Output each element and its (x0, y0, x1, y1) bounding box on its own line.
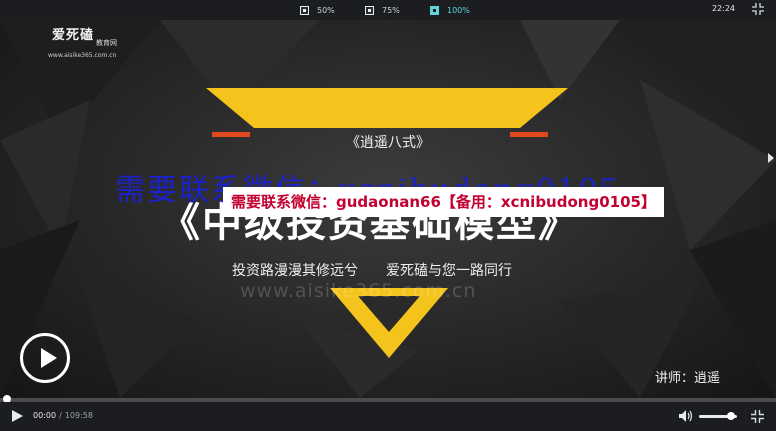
play-circle-icon[interactable] (20, 333, 70, 383)
course-name: 《逍遥八式》 (346, 135, 430, 151)
time-separator: / (59, 411, 62, 420)
slogan-left: 投资路漫漫其修远兮 (232, 263, 358, 279)
video-canvas[interactable]: 爱死磕 教育网 www.aisike365.com.cn 《逍遥八式》 《中级投… (0, 20, 776, 398)
site-watermark: www.aisike365.com.cn (240, 280, 477, 302)
volume-icon[interactable] (679, 410, 693, 422)
volume-slider[interactable] (699, 412, 737, 420)
zoom-box-icon (365, 5, 374, 15)
zoom-option-100[interactable]: 100% (430, 3, 470, 17)
zoom-box-icon (300, 5, 309, 15)
slogan: 投资路漫漫其修远兮 爱死磕与您一路同行 (232, 260, 512, 280)
zoom-option-50[interactable]: 50% (300, 3, 335, 17)
duration: 109:58 (64, 411, 93, 420)
current-time: 00:00 (33, 411, 57, 420)
player-controls: 00:00/109:58 (0, 402, 776, 431)
volume-handle[interactable] (727, 412, 736, 420)
lecturer: 讲师：逍遥 (654, 371, 720, 386)
zoom-label: 75% (382, 5, 400, 15)
zoom-option-75[interactable]: 75% (365, 3, 400, 17)
top-toolbar: 50% 75% 100% 22:24 (0, 0, 776, 20)
zoom-label: 100% (447, 5, 470, 15)
zoom-label: 50% (317, 5, 335, 15)
cursor-icon (768, 153, 774, 163)
slogan-right: 爱死磕与您一路同行 (386, 263, 512, 279)
play-icon[interactable] (12, 410, 23, 422)
clock: 22:24 (711, 4, 735, 13)
zoom-box-icon (430, 5, 439, 15)
time-display: 00:00/109:58 (33, 411, 93, 420)
fullscreen-exit-icon[interactable] (751, 410, 764, 423)
fullscreen-exit-icon[interactable] (752, 3, 764, 15)
contact-banner: 需要联系微信：gudaonan66【备用：xcnibudong0105】 (223, 187, 664, 217)
